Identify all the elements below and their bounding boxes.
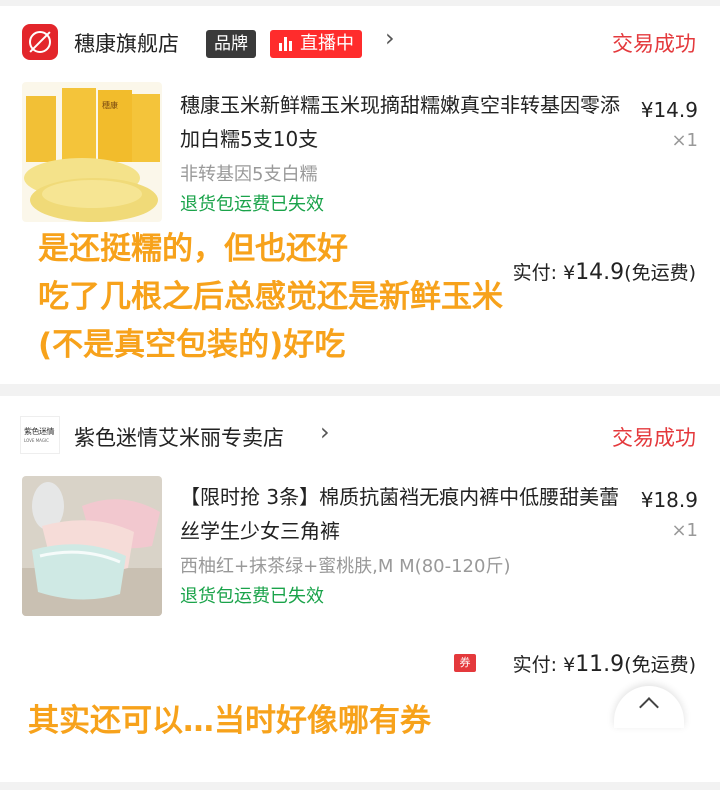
order-status: 交易成功: [612, 426, 696, 450]
live-bars-icon: [279, 37, 293, 51]
live-badge-label: 直播中: [300, 33, 354, 54]
product-thumbnail[interactable]: [22, 476, 162, 616]
paid-amount: 11.9: [575, 652, 625, 677]
review-comment-2: 其实还可以…当时好像哪有券: [28, 703, 431, 739]
paid-amount: 14.9: [575, 260, 625, 285]
paid-total: 实付: ¥11.9(免运费): [513, 650, 696, 677]
order-header: 穗康旗舰店 品牌 直播中 › 交易成功: [0, 6, 720, 74]
order-header: 紫色迷情 LOVE MAGIC 紫色迷情艾米丽专卖店 › 交易成功: [0, 396, 720, 464]
paid-total: 实付: ¥14.9(免运费): [513, 258, 696, 285]
brand-badge: 品牌: [206, 30, 256, 58]
shop-logo[interactable]: 紫色迷情 LOVE MAGIC: [20, 416, 60, 454]
product-quantity: ×1: [671, 520, 698, 541]
paid-label: 实付: ¥: [512, 262, 576, 284]
coupon-badge: 券: [454, 654, 476, 672]
product-price: ¥14.9: [640, 98, 698, 122]
review-comment-line-2: 吃了几根之后总感觉还是新鲜玉米: [38, 279, 503, 315]
package-label: 穗康: [102, 100, 118, 110]
shop-logo[interactable]: [22, 24, 58, 60]
chevron-right-icon[interactable]: ›: [320, 418, 330, 446]
product-spec: 西柚红+抹茶绿+蜜桃肤,M M(80-120斤): [180, 556, 511, 577]
refund-note: 退货包运费已失效: [180, 194, 324, 215]
chevron-up-icon: [639, 697, 659, 717]
order-status: 交易成功: [612, 32, 696, 56]
refund-note: 退货包运费已失效: [180, 586, 324, 607]
shop-logo-subtext: LOVE MAGIC: [24, 438, 49, 443]
shipping-note: (免运费): [624, 654, 696, 676]
chevron-right-icon[interactable]: ›: [385, 24, 395, 52]
review-comment-line-1: 是还挺糯的，但也还好: [38, 231, 348, 267]
product-thumbnail[interactable]: 穗康: [22, 82, 162, 222]
shop-name[interactable]: 穗康旗舰店: [74, 28, 179, 58]
product-spec: 非转基因5支白糯: [180, 164, 318, 185]
shop-logo-text: 紫色迷情: [24, 427, 55, 436]
shop-name[interactable]: 紫色迷情艾米丽专卖店: [74, 422, 284, 452]
product-price: ¥18.9: [640, 488, 698, 512]
product-title[interactable]: 穗康玉米新鲜糯玉米现摘甜糯嫩真空非转基因零添加白糯5支10支: [180, 88, 620, 156]
paid-label: 实付: ¥: [512, 654, 576, 676]
shipping-note: (免运费): [624, 262, 696, 284]
review-comment-line-3: (不是真空包装的)好吃: [38, 327, 346, 363]
live-badge[interactable]: 直播中: [270, 30, 362, 58]
product-quantity: ×1: [671, 130, 698, 151]
product-title[interactable]: 【限时抢 3条】棉质抗菌裆无痕内裤中低腰甜美蕾丝学生少女三角裤: [180, 480, 620, 548]
